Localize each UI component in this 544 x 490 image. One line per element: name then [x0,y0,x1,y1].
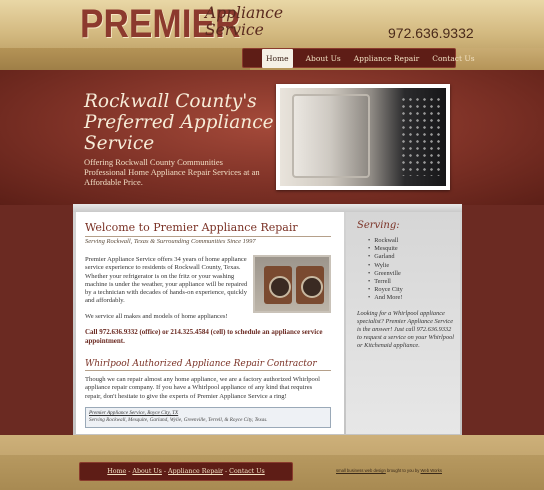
footer-separator: - [128,468,131,475]
address-service-area: Serving Rockwall, Mesquite, Garland, Wyl… [89,416,268,423]
sidebar-title: Serving: [357,220,400,231]
list-item: And More! [368,294,403,302]
call-to-action: Call 972.636.9332 (office) or 214.325.45… [85,328,323,345]
nav-home[interactable]: Home [262,48,293,68]
list-item: Garland [368,253,403,261]
address-box: Premier Appliance Service, Royce City, T… [85,407,331,428]
credit-link-web-design[interactable]: small business web design [336,468,386,473]
footer-nav: Home - About Us - Appliance Repair - Con… [79,462,293,481]
footer-link-about-us[interactable]: About Us [132,468,162,475]
nav-about-us[interactable]: About Us [306,54,341,63]
header-phone: 972.636.9332 [388,25,474,41]
hero-text: Offering Rockwall County Communities Pro… [84,157,260,187]
list-item: Wylie [368,262,403,270]
credit-text: brought to you by [385,468,421,473]
intro-paragraph: Premier Appliance Service offers 34 year… [85,256,248,305]
welcome-heading: Welcome to Premier Appliance Repair [85,221,298,234]
nav-band-left [0,48,250,70]
header: PREMIER Appliance Service 972.636.9332 [0,0,544,48]
list-item: Royce City [368,286,403,294]
nav-contact-us[interactable]: Contact Us [432,54,474,63]
footer-separator: - [225,468,228,475]
main-nav: Home About Us Appliance Repair Contact U… [242,48,475,68]
makes-models-paragraph: We service all makes and models of home … [85,313,228,320]
list-item: Rockwall [368,237,403,245]
list-item: Greenville [368,270,403,278]
city-list: Rockwall Mesquite Garland Wylie Greenvil… [368,237,403,303]
footer-link-home[interactable]: Home [107,468,126,475]
footer-credit: small business web design brought to you… [336,468,442,473]
washer-dryer-photo [253,255,331,313]
sidebar-whirlpool-text: Looking for a Whirlpool appliance specia… [357,310,455,350]
list-item: Terrell [368,278,403,286]
microwave-door [292,94,370,178]
logo-subtitle: Appliance Service [205,4,284,39]
dryer-icon [296,266,324,304]
hero-microwave-photo [276,84,450,190]
serving-subheading: Serving Rockwall, Texas & Surrounding Co… [85,238,256,245]
content-top-strip [73,204,462,212]
footer-link-contact-us[interactable]: Contact Us [229,468,265,475]
whirlpool-heading: Whirlpool Authorized Appliance Repair Co… [85,359,317,369]
credit-link-web-works[interactable]: Web Works [421,468,443,473]
microwave-keypad [400,96,442,176]
nav-appliance-repair[interactable]: Appliance Repair [354,54,419,63]
footer-separator: - [163,468,167,475]
hero-banner: Rockwall County's Preferred Appliance Se… [0,70,544,205]
hero-title: Rockwall County's Preferred Appliance Se… [84,91,274,154]
footer-link-appliance-repair[interactable]: Appliance Repair [168,468,223,475]
washer-icon [264,266,292,304]
whirlpool-paragraph: Though we can repair almost any home app… [85,376,320,400]
divider [85,370,331,371]
divider [85,236,331,237]
list-item: Mesquite [368,245,403,253]
